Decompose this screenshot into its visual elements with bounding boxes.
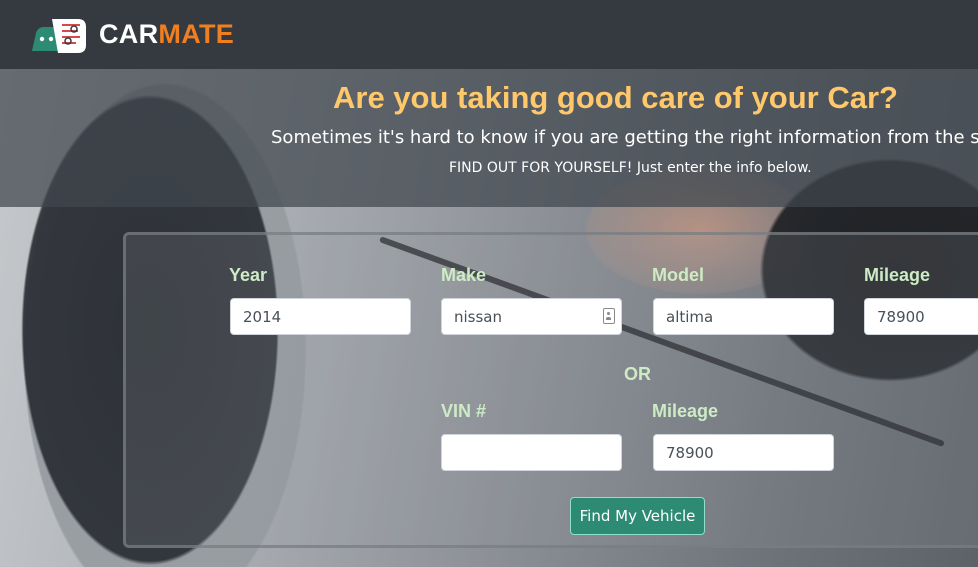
model-label: Model [652,265,704,285]
logo[interactable]: CARMATE [30,15,234,55]
contact-card-icon[interactable] [603,308,615,324]
or-divider: OR [624,364,651,384]
vin-mileage-input[interactable] [653,434,834,471]
model-input[interactable] [653,298,834,335]
vin-label: VIN # [441,401,487,421]
car-mechanic-logo-icon [32,18,86,53]
year-input[interactable] [230,298,411,335]
make-label: Make [441,265,487,285]
brand-name: CARMATE [99,19,234,50]
brand-part-mate: MATE [158,19,235,49]
vin-input[interactable] [441,434,622,471]
hero-subtitle: Sometimes it's hard to know if you are g… [271,127,978,148]
year-label: Year [229,265,268,285]
vin-mileage-label: Mileage [652,401,719,421]
mileage-label: Mileage [864,265,931,285]
hero-note: FIND OUT FOR YOURSELF! Just enter the in… [449,160,812,176]
hero-title: Are you taking good care of your Car? [333,80,898,115]
hero-banner: Are you taking good care of your Car? So… [0,69,978,207]
top-navbar: CARMATE [0,0,978,69]
mileage-input[interactable] [864,298,978,335]
find-my-vehicle-button[interactable]: Find My Vehicle [570,497,705,535]
brand-part-car: CAR [99,19,159,49]
make-input[interactable] [441,298,622,335]
